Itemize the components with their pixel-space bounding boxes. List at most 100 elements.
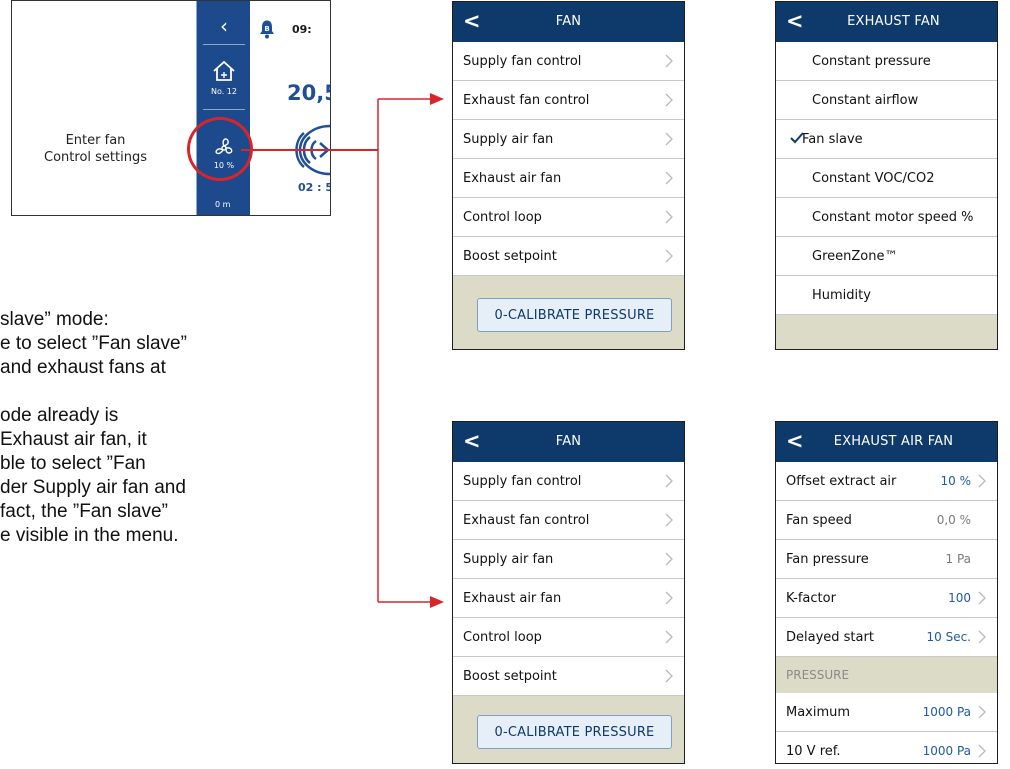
explanation-line: e visible in the menu. bbox=[0, 525, 179, 546]
menu-item[interactable]: Supply air fan bbox=[453, 120, 684, 159]
chevron-right-icon bbox=[665, 93, 673, 107]
menu-item-label: Boost setpoint bbox=[463, 248, 557, 264]
setting-row[interactable]: Maximum 1000 Pa bbox=[776, 693, 997, 732]
chevron-right-icon bbox=[665, 630, 673, 644]
menu-item[interactable]: Supply air fan bbox=[453, 540, 684, 579]
explanation-line: Exhaust air fan, it bbox=[0, 429, 147, 450]
calibrate-pressure-button[interactable]: 0-CALIBRATE PRESSURE bbox=[477, 715, 672, 749]
setting-row[interactable]: Offset extract air 10 % bbox=[776, 462, 997, 501]
explanation-line: ble to select ”Fan bbox=[0, 453, 146, 474]
setting-value: 1000 Pa bbox=[922, 744, 971, 758]
menu-item[interactable]: Control loop bbox=[453, 618, 684, 657]
menu-item[interactable]: Boost setpoint bbox=[453, 657, 684, 696]
house-icon[interactable] bbox=[211, 59, 237, 83]
arrowhead-icon bbox=[430, 596, 444, 608]
mode-option[interactable]: GreenZone™ bbox=[776, 237, 997, 276]
setting-label: 10 V ref. bbox=[786, 743, 841, 759]
back-chevron-icon[interactable]: ‹ bbox=[197, 15, 251, 37]
mode-option[interactable]: Constant airflow bbox=[776, 81, 997, 120]
chevron-right-icon bbox=[665, 132, 673, 146]
large-fan-icon bbox=[295, 124, 330, 176]
strip-divider bbox=[203, 44, 245, 45]
caption-line-1: Enter fan bbox=[65, 133, 126, 148]
exhaust-fan-menu: < EXHAUST FAN Constant pressure Constant… bbox=[775, 1, 998, 350]
exhaust-air-fan-menu: < EXHAUST AIR FAN Offset extract air 10 %… bbox=[775, 421, 998, 764]
mode-option[interactable]: Constant motor speed % bbox=[776, 198, 997, 237]
strip-divider bbox=[203, 109, 245, 110]
mode-option-label: GreenZone™ bbox=[812, 248, 898, 264]
menu-item-label: Exhaust fan control bbox=[463, 92, 590, 108]
explanation-line: der Supply air fan and bbox=[0, 477, 186, 498]
bottom-value-label: 0 m bbox=[215, 200, 231, 209]
runtime-readout: 02 : 5 bbox=[298, 181, 331, 194]
setting-label: Fan pressure bbox=[786, 551, 869, 567]
menu-item-label: Supply air fan bbox=[463, 551, 554, 567]
menu-item[interactable]: Exhaust air fan bbox=[453, 579, 684, 618]
setting-row: Fan pressure 1 Pa bbox=[776, 540, 997, 579]
mode-option[interactable]: Humidity bbox=[776, 276, 997, 315]
menu-item[interactable]: Exhaust fan control bbox=[453, 81, 684, 120]
bell-icon: B bbox=[260, 20, 274, 39]
chevron-right-icon bbox=[978, 591, 986, 605]
chevron-right-icon bbox=[665, 249, 673, 263]
fan-menu-top: < FAN Supply fan control Exhaust fan con… bbox=[452, 1, 685, 350]
menu-item[interactable]: Boost setpoint bbox=[453, 237, 684, 276]
menu-item-label: Supply fan control bbox=[463, 473, 582, 489]
pressure-section-header: PRESSURE bbox=[776, 657, 997, 693]
mode-option[interactable]: Constant pressure bbox=[776, 42, 997, 81]
chevron-right-icon bbox=[665, 669, 673, 683]
menu-header: < FAN bbox=[453, 422, 684, 462]
chevron-right-icon bbox=[665, 210, 673, 224]
fan-menu-bottom: < FAN Supply fan control Exhaust fan con… bbox=[452, 421, 685, 764]
calibrate-pressure-button[interactable]: 0-CALIBRATE PRESSURE bbox=[477, 298, 672, 332]
mode-option-label: Constant motor speed % bbox=[812, 209, 974, 225]
explanation-line: fact, the ”Fan slave” bbox=[0, 501, 168, 522]
setting-value: 10 % bbox=[940, 474, 972, 488]
mode-option[interactable]: Constant VOC/CO2 bbox=[776, 159, 997, 198]
setting-row: Fan speed 0,0 % bbox=[776, 501, 997, 540]
setting-value: 10 Sec. bbox=[926, 630, 972, 644]
chevron-right-icon bbox=[978, 744, 986, 758]
bell-badge: B bbox=[264, 25, 269, 33]
menu-title: FAN bbox=[555, 14, 582, 29]
menu-item[interactable]: Control loop bbox=[453, 198, 684, 237]
menu-item[interactable]: Exhaust air fan bbox=[453, 159, 684, 198]
menu-header: < EXHAUST FAN bbox=[776, 2, 997, 42]
setting-value: 100 bbox=[948, 591, 971, 605]
setting-row[interactable]: Delayed start 10 Sec. bbox=[776, 618, 997, 657]
chevron-right-icon bbox=[978, 474, 986, 488]
setting-value: 1000 Pa bbox=[922, 705, 971, 719]
caption-line-2: Control settings bbox=[44, 150, 147, 165]
chevron-right-icon bbox=[665, 591, 673, 605]
setting-label: Maximum bbox=[786, 704, 851, 720]
menu-item-label: Control loop bbox=[463, 209, 542, 225]
explanation-line: and exhaust fans at bbox=[0, 357, 166, 378]
side-navigation-strip: ‹ No. 12 10 % 0 m bbox=[196, 1, 250, 215]
menu-item-label: Supply fan control bbox=[463, 53, 582, 69]
menu-filler bbox=[776, 315, 997, 349]
chevron-right-icon bbox=[665, 513, 673, 527]
mode-option-label: Constant VOC/CO2 bbox=[812, 170, 935, 186]
setting-label: Fan speed bbox=[786, 512, 852, 528]
menu-item-label: Supply air fan bbox=[463, 131, 554, 147]
menu-item[interactable]: Supply fan control bbox=[453, 42, 684, 81]
menu-header: < FAN bbox=[453, 2, 684, 42]
setting-row[interactable]: 10 V ref. 1000 Pa bbox=[776, 732, 997, 763]
menu-title: FAN bbox=[555, 434, 582, 449]
setting-row[interactable]: K-factor 100 bbox=[776, 579, 997, 618]
chevron-right-icon bbox=[665, 552, 673, 566]
clock-time: 09: bbox=[292, 23, 312, 36]
chevron-right-icon bbox=[665, 474, 673, 488]
menu-header: < EXHAUST AIR FAN bbox=[776, 422, 997, 462]
menu-title: EXHAUST FAN bbox=[847, 14, 940, 29]
menu-item[interactable]: Supply fan control bbox=[453, 462, 684, 501]
setting-label: Offset extract air bbox=[786, 473, 897, 489]
mode-option-label: Fan slave bbox=[802, 131, 863, 147]
explanation-text: slave” mode: e to select ”Fan slave” and… bbox=[0, 308, 300, 548]
mode-option-selected[interactable]: Fan slave bbox=[776, 120, 997, 159]
menu-item[interactable]: Exhaust fan control bbox=[453, 501, 684, 540]
setting-label: K-factor bbox=[786, 590, 836, 606]
mode-option-label: Constant airflow bbox=[812, 92, 919, 108]
explanation-line: slave” mode: bbox=[0, 309, 109, 330]
arrowhead-icon bbox=[430, 93, 444, 105]
